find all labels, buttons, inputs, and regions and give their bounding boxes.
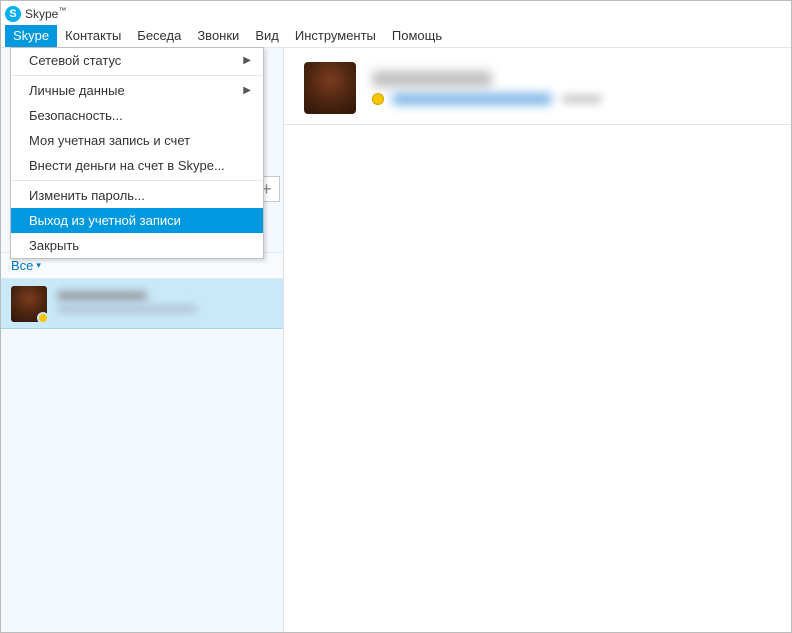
menu-item-label: Личные данные	[29, 83, 125, 98]
conversation-header	[284, 48, 791, 125]
menu-my-account[interactable]: Моя учетная запись и счет	[11, 128, 263, 153]
menu-calls[interactable]: Звонки	[189, 25, 247, 47]
menu-close[interactable]: Закрыть	[11, 233, 263, 258]
menu-help[interactable]: Помощь	[384, 25, 450, 47]
app-title: Skype™	[25, 6, 66, 21]
presence-away-icon	[372, 93, 384, 105]
menu-item-label: Выход из учетной записи	[29, 213, 181, 228]
filter-label: Все	[11, 258, 33, 273]
header-text	[372, 71, 602, 105]
menu-personal-data[interactable]: Личные данные ▶	[11, 78, 263, 103]
contact-list-item[interactable]	[1, 279, 283, 329]
menu-add-credit[interactable]: Внести деньги на счет в Skype...	[11, 153, 263, 178]
presence-away-icon	[37, 312, 49, 324]
contact-name-blurred	[57, 291, 147, 301]
menu-item-label: Закрыть	[29, 238, 79, 253]
menu-item-label: Внести деньги на счет в Skype...	[29, 158, 225, 173]
contact-avatar	[11, 286, 47, 322]
menu-item-label: Моя учетная запись и счет	[29, 133, 190, 148]
app-name-text: Skype	[25, 7, 58, 21]
menu-security[interactable]: Безопасность...	[11, 103, 263, 128]
menu-change-password[interactable]: Изменить пароль...	[11, 183, 263, 208]
chevron-right-icon: ▶	[243, 85, 251, 96]
chevron-right-icon: ▶	[243, 55, 251, 66]
header-extra-blurred	[562, 94, 602, 104]
skype-menu-dropdown: Сетевой статус ▶ Личные данные ▶ Безопас…	[10, 47, 264, 259]
header-link-blurred	[392, 93, 552, 105]
menu-view[interactable]: Вид	[247, 25, 287, 47]
header-status-row	[372, 93, 602, 105]
skype-window: S Skype™ Skype Контакты Беседа Звонки Ви…	[0, 0, 792, 633]
menu-item-label: Сетевой статус	[29, 53, 121, 68]
menu-item-label: Изменить пароль...	[29, 188, 145, 203]
menu-contacts[interactable]: Контакты	[57, 25, 129, 47]
menu-separator	[12, 75, 262, 76]
menu-separator	[12, 180, 262, 181]
skype-logo-icon: S	[5, 6, 21, 22]
trademark-text: ™	[58, 6, 66, 15]
header-avatar	[304, 62, 356, 114]
chevron-down-icon: ▾	[36, 260, 41, 271]
menu-conversation[interactable]: Беседа	[129, 25, 189, 47]
menu-item-label: Безопасность...	[29, 108, 123, 123]
menu-online-status[interactable]: Сетевой статус ▶	[11, 48, 263, 73]
header-name-blurred	[372, 71, 492, 87]
menu-tools[interactable]: Инструменты	[287, 25, 384, 47]
right-panel	[284, 48, 791, 632]
contact-text	[57, 291, 197, 317]
menu-sign-out[interactable]: Выход из учетной записи	[11, 208, 263, 233]
menubar: Skype Контакты Беседа Звонки Вид Инструм…	[1, 25, 791, 47]
menu-skype[interactable]: Skype	[5, 25, 57, 47]
contact-status-blurred	[57, 305, 197, 313]
titlebar: S Skype™	[1, 1, 791, 25]
